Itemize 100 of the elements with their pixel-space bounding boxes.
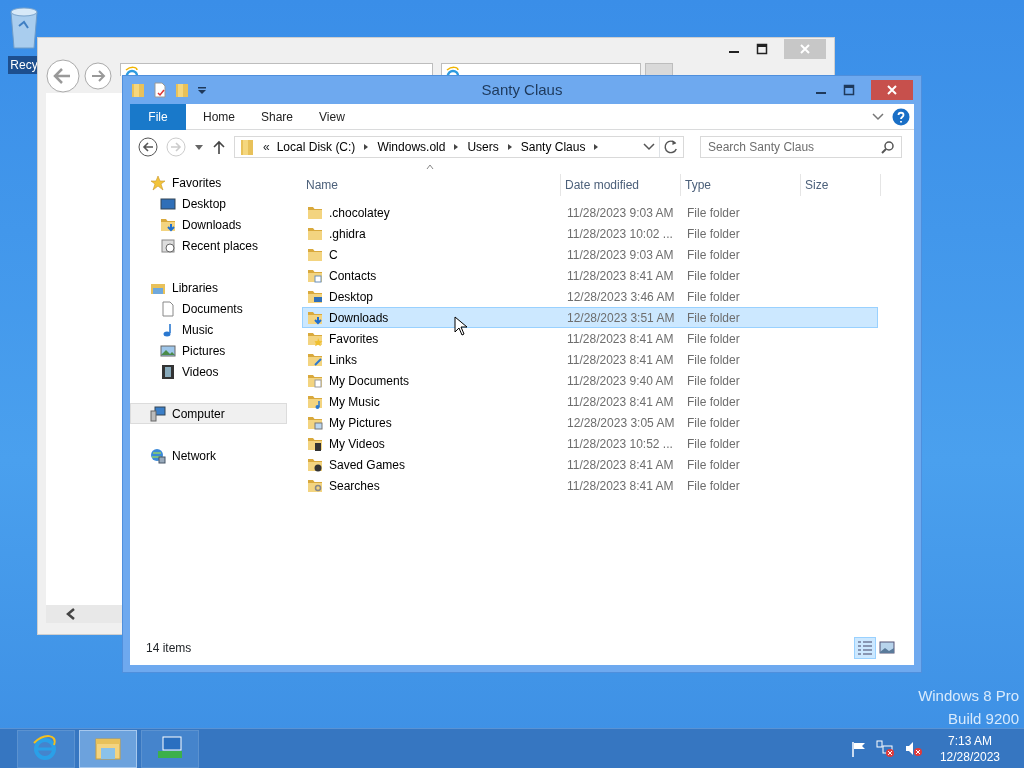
desktop-icon-label[interactable]: Recy [8, 56, 40, 74]
file-name: My Pictures [329, 414, 392, 432]
up-arrow-icon[interactable] [212, 139, 226, 155]
breadcrumb[interactable]: Local Disk (C:) [273, 138, 359, 156]
sort-icon [426, 164, 434, 170]
file-tab[interactable]: File [130, 103, 186, 130]
file-name: My Videos [329, 435, 385, 453]
nav-item[interactable]: Desktop [130, 193, 287, 214]
column-header[interactable]: Type [685, 176, 711, 194]
ribbon-tab[interactable]: Share [248, 107, 307, 126]
nav-item[interactable]: Recent places [130, 235, 287, 256]
help-icon[interactable] [892, 107, 910, 126]
close-button[interactable] [871, 80, 913, 100]
file-row[interactable]: Searches 11/28/2023 8:41 AM File folder [302, 475, 878, 496]
nav-item[interactable]: Music [130, 319, 287, 340]
file-row[interactable]: My Music 11/28/2023 8:41 AM File folder [302, 391, 878, 412]
chevron-icon[interactable] [505, 143, 514, 151]
cursor-icon [454, 316, 468, 336]
column-header[interactable]: Date modified [565, 176, 640, 194]
film-icon[interactable] [160, 363, 176, 380]
scrollbar[interactable] [46, 605, 123, 623]
file-name: C [329, 246, 338, 264]
clock[interactable]: 7:13 AM 12/28/2023 [939, 732, 1000, 765]
address-bar[interactable]: « Local Disk (C:) Windows.old Users Santy Claus [234, 136, 684, 158]
os-version-text: Windows 8 Pro [918, 686, 1019, 706]
file-name: Downloads [329, 309, 389, 327]
file-name: Links [329, 351, 357, 369]
properties-icon[interactable] [153, 82, 167, 98]
nav-item[interactable]: Pictures [130, 340, 287, 361]
nav-item[interactable]: Videos [130, 361, 287, 382]
date-cell-text: 11/28/2023 8:41 AM [566, 456, 675, 474]
file-name: .chocolatey [329, 204, 390, 222]
date-cell-text: 11/28/2023 8:41 AM [566, 267, 675, 285]
column-header[interactable]: Name [306, 176, 338, 194]
date-cell-text: 11/28/2023 9:03 AM [566, 246, 675, 264]
downloads-folder-icon[interactable] [160, 216, 176, 233]
type-cell-text: File folder [686, 435, 741, 453]
breadcrumb[interactable]: Windows.old [374, 138, 449, 156]
network-error-icon[interactable] [875, 739, 896, 758]
nav-item[interactable]: Network [130, 445, 287, 466]
star-icon[interactable] [150, 174, 166, 191]
overflow-crumbs[interactable]: « [263, 138, 270, 156]
file-name: Favorites [329, 330, 379, 348]
file-row[interactable]: C 11/28/2023 9:03 AM File folder [302, 244, 878, 265]
dropdown-icon[interactable] [197, 85, 207, 95]
network-icon[interactable] [150, 447, 166, 464]
dropdown-icon[interactable] [643, 142, 655, 152]
file-row[interactable]: .ghidra 11/28/2023 10:02 ... File folder [302, 223, 878, 244]
recent-places-icon[interactable] [160, 237, 176, 254]
file-name: .ghidra [329, 225, 366, 243]
ribbon-tab[interactable]: View [306, 107, 358, 126]
breadcrumb[interactable]: Users [464, 138, 502, 156]
file-name: My Documents [329, 372, 410, 390]
nav-item[interactable]: Favorites [130, 172, 287, 193]
file-row[interactable]: My Videos 11/28/2023 10:52 ... File folder [302, 433, 878, 454]
os-version-text: Build 9200 [947, 709, 1019, 729]
back-button[interactable] [138, 137, 158, 157]
breadcrumb[interactable]: Santy Claus [517, 138, 589, 156]
dropdown-icon[interactable] [194, 142, 204, 152]
type-cell-text: File folder [686, 414, 741, 432]
close-icon[interactable] [887, 85, 897, 95]
file-row[interactable]: Links 11/28/2023 8:41 AM File folder [302, 349, 878, 370]
nav-item[interactable]: Libraries [130, 277, 287, 298]
file-row[interactable]: Saved Games 11/28/2023 8:41 AM File folder [302, 454, 878, 475]
file-row[interactable]: My Pictures 12/28/2023 3:05 AM File folder [302, 412, 878, 433]
flag-icon[interactable] [849, 740, 868, 757]
file-row[interactable]: My Documents 11/28/2023 9:40 AM File folder [302, 370, 878, 391]
file-row[interactable]: Favorites 11/28/2023 8:41 AM File folder [302, 328, 878, 349]
folder-icon [307, 204, 323, 221]
folder-icon [307, 330, 323, 347]
type-cell-text: File folder [686, 456, 741, 474]
item-count: 14 items [146, 640, 192, 657]
recycle-bin-icon[interactable] [7, 6, 41, 50]
taskbar-button[interactable] [141, 729, 199, 768]
pictures-icon[interactable] [160, 342, 176, 359]
date-cell-text: 11/28/2023 9:03 AM [566, 204, 675, 222]
ribbon-tab[interactable]: Home [190, 107, 248, 126]
file-row[interactable]: Contacts 11/28/2023 8:41 AM File folder [302, 265, 878, 286]
file-name: My Music [329, 393, 380, 411]
folder-icon [307, 351, 323, 368]
nav-item[interactable]: Downloads [130, 214, 287, 235]
folder-icon [307, 477, 323, 494]
search-field[interactable]: Search Santy Claus [700, 136, 902, 158]
file-row[interactable]: Downloads 12/28/2023 3:51 AM File folder [302, 307, 878, 328]
window-title: Santy Claus [481, 79, 563, 100]
folder-icon [307, 267, 323, 284]
expand-ribbon-icon[interactable] [872, 111, 884, 122]
desktop-icon[interactable] [160, 195, 176, 212]
maximize-icon[interactable] [756, 42, 768, 55]
taskbar-button[interactable] [79, 729, 137, 768]
nav-item[interactable]: Documents [130, 298, 287, 319]
column-header[interactable]: Size [805, 176, 829, 194]
file-row[interactable]: Desktop 12/28/2023 3:46 AM File folder [302, 286, 878, 307]
search-icon[interactable] [881, 140, 895, 154]
type-cell-text: File folder [686, 372, 741, 390]
nav-item[interactable]: Computer [130, 403, 287, 424]
forward-button[interactable] [84, 62, 112, 90]
file-row[interactable]: .chocolatey 11/28/2023 9:03 AM File folder [302, 202, 878, 223]
computer-icon[interactable] [150, 405, 166, 422]
folder-icon [307, 393, 323, 410]
